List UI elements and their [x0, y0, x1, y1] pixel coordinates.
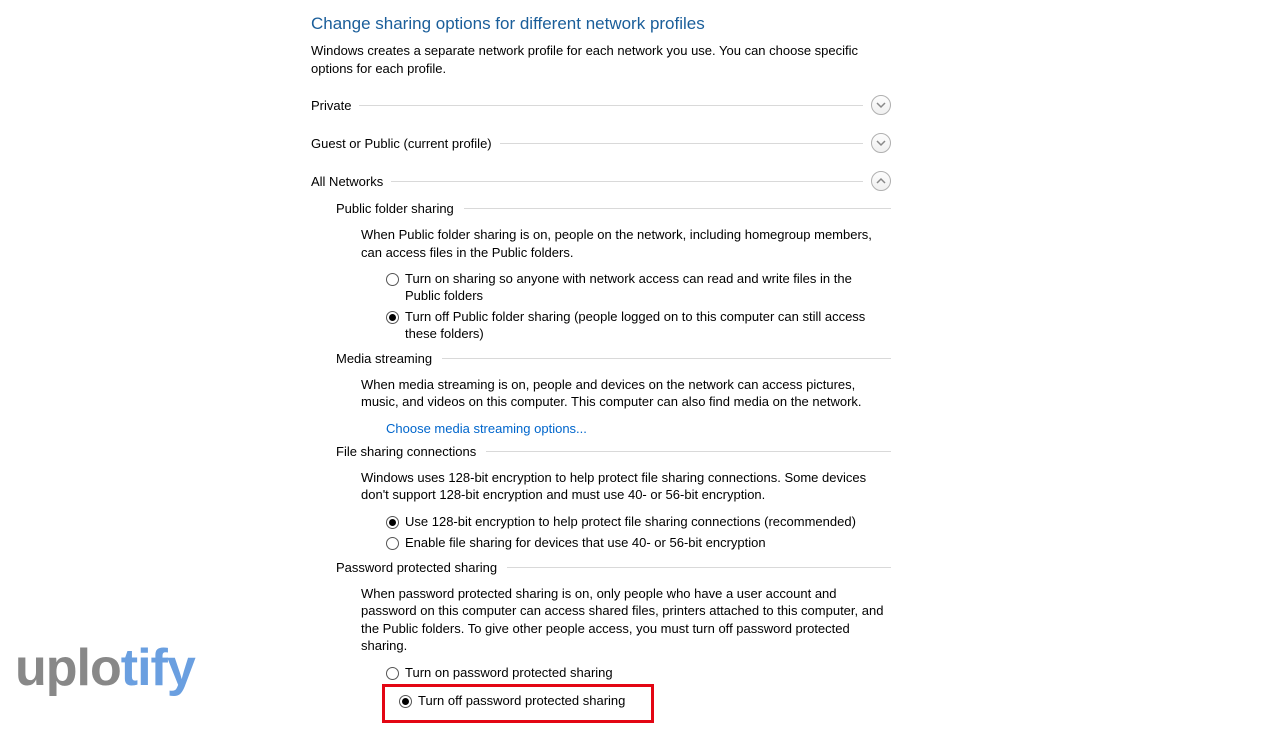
section-password-protected-sharing: Password protected sharing When password…	[336, 560, 891, 723]
radio-encryption-128[interactable]: Use 128-bit encryption to help protect f…	[386, 514, 886, 531]
radio-public-folder-off[interactable]: Turn off Public folder sharing (people l…	[386, 309, 886, 343]
radio-icon-selected	[386, 311, 399, 324]
profile-private-label: Private	[311, 98, 351, 113]
radio-icon	[386, 273, 399, 286]
divider	[442, 358, 891, 359]
profile-guest-header[interactable]: Guest or Public (current profile)	[311, 133, 891, 153]
divider	[359, 105, 863, 106]
section-media-streaming: Media streaming When media streaming is …	[336, 351, 891, 436]
profile-guest-label: Guest or Public (current profile)	[311, 136, 492, 151]
advanced-sharing-settings-panel: Change sharing options for different net…	[311, 14, 891, 731]
chevron-down-icon[interactable]	[871, 133, 891, 153]
page-description: Windows creates a separate network profi…	[311, 42, 891, 77]
watermark-logo: uplotify	[15, 638, 195, 698]
section-public-folder-sharing: Public folder sharing When Public folder…	[336, 201, 891, 343]
profile-allnetworks-label: All Networks	[311, 174, 383, 189]
section-heading: File sharing connections	[336, 444, 476, 459]
section-description: When password protected sharing is on, o…	[361, 585, 886, 655]
radio-public-folder-on[interactable]: Turn on sharing so anyone with network a…	[386, 271, 886, 305]
section-file-sharing-connections: File sharing connections Windows uses 12…	[336, 444, 891, 552]
radio-password-on[interactable]: Turn on password protected sharing	[386, 665, 886, 682]
divider	[486, 451, 891, 452]
section-heading: Password protected sharing	[336, 560, 497, 575]
radio-password-off[interactable]: Turn off password protected sharing	[399, 693, 641, 710]
radio-icon-selected	[399, 695, 412, 708]
divider	[464, 208, 891, 209]
divider	[500, 143, 863, 144]
highlight-annotation: Turn off password protected sharing	[382, 684, 654, 723]
divider	[507, 567, 891, 568]
profile-allnetworks-header[interactable]: All Networks	[311, 171, 891, 191]
section-description: When media streaming is on, people and d…	[361, 376, 886, 411]
profile-private-header[interactable]: Private	[311, 95, 891, 115]
media-streaming-options-link[interactable]: Choose media streaming options...	[386, 421, 587, 436]
chevron-up-icon[interactable]	[871, 171, 891, 191]
page-title: Change sharing options for different net…	[311, 14, 891, 34]
section-description: When Public folder sharing is on, people…	[361, 226, 886, 261]
chevron-down-icon[interactable]	[871, 95, 891, 115]
section-heading: Media streaming	[336, 351, 432, 366]
divider	[391, 181, 863, 182]
radio-icon	[386, 537, 399, 550]
radio-icon-selected	[386, 516, 399, 529]
section-heading: Public folder sharing	[336, 201, 454, 216]
radio-icon	[386, 667, 399, 680]
radio-encryption-40-56[interactable]: Enable file sharing for devices that use…	[386, 535, 886, 552]
section-description: Windows uses 128-bit encryption to help …	[361, 469, 886, 504]
